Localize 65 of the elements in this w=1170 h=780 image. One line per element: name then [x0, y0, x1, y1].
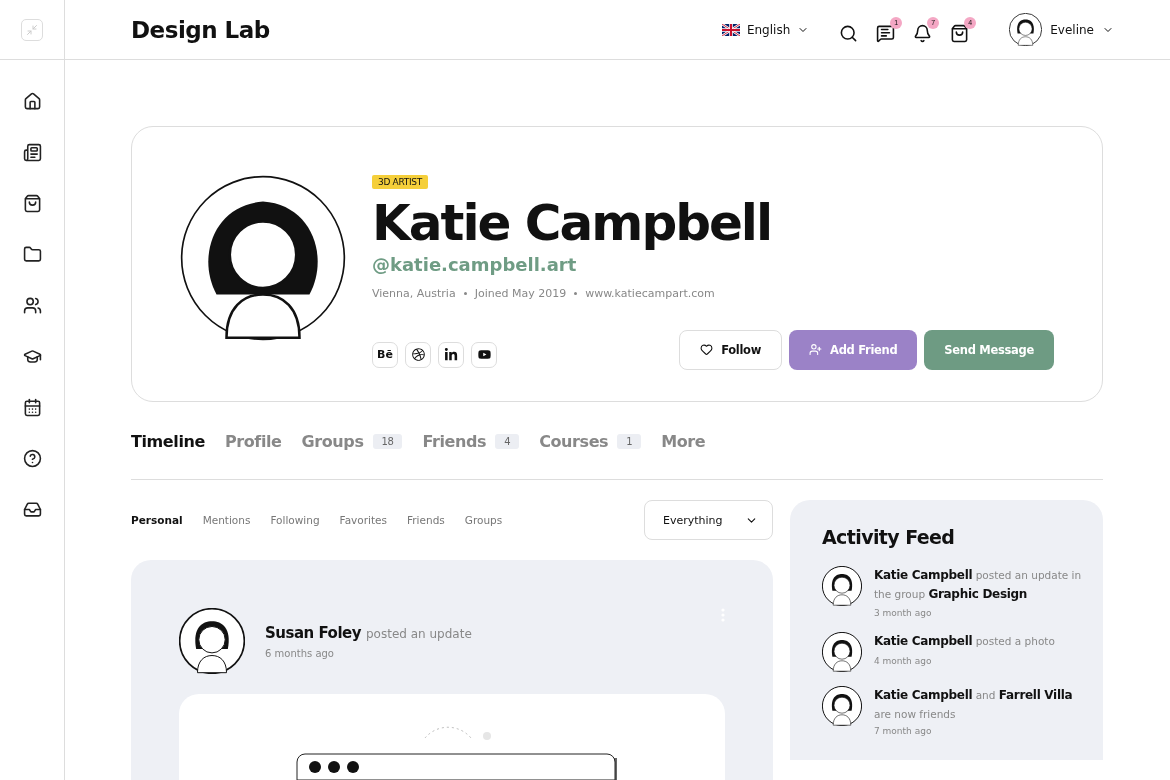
folder-icon[interactable]	[22, 245, 42, 264]
activity-time: 3 month ago	[874, 608, 933, 619]
filter-dropdown[interactable]: Everything	[644, 500, 773, 540]
follow-button[interactable]: Follow	[679, 329, 783, 370]
add-friend-button[interactable]: Add Friend	[789, 329, 918, 370]
profile-tab[interactable]: Profile	[224, 431, 282, 451]
profile-tab[interactable]: More	[661, 431, 706, 451]
help-icon[interactable]	[22, 449, 42, 468]
post-time: 6 months ago	[265, 647, 335, 659]
home-icon[interactable]	[22, 92, 42, 111]
activity-text: Katie Campbell posted a photo	[874, 633, 1055, 651]
separator-dot	[463, 291, 467, 295]
author-name: Susan Foley	[265, 623, 361, 642]
filter-tab[interactable]: Favorites	[339, 514, 387, 526]
user-plus-icon	[809, 343, 823, 356]
graduation-cap-icon[interactable]	[22, 347, 42, 366]
author-avatar	[179, 608, 245, 674]
linkedin-icon	[444, 347, 458, 362]
behance-link[interactable]: Bē	[372, 341, 398, 368]
activity-time: 4 month ago	[874, 655, 933, 666]
users-icon[interactable]	[22, 296, 42, 315]
profile-tab[interactable]: Friends 4	[422, 431, 520, 451]
filter-tab[interactable]: Personal	[131, 514, 183, 526]
send-message-button[interactable]: Send Message	[924, 329, 1054, 370]
separator-dot	[574, 291, 578, 295]
newspaper-icon[interactable]	[22, 143, 42, 162]
profile-meta: www.katiecampart.com	[585, 286, 715, 300]
role-tag: 3D ARTIST	[372, 175, 428, 189]
profile-name: Katie Campbell	[372, 197, 773, 250]
profile-meta: Vienna, Austria	[372, 286, 456, 300]
count-badge: 1	[617, 433, 642, 449]
language-selector[interactable]: English	[721, 22, 810, 37]
activity-avatar	[822, 566, 862, 606]
activity-text: Katie Campbell and Farrell Villa are now friends	[874, 687, 1074, 722]
flag-icon	[721, 23, 740, 36]
post-action: posted an update	[366, 626, 472, 641]
count-badge: 4	[495, 433, 520, 449]
calendar-icon[interactable]	[22, 398, 42, 417]
activity-text: Katie Campbell posted an update in the group Graphic Design	[874, 567, 1083, 604]
filter-tab[interactable]: Friends	[407, 514, 445, 526]
minimize-icon	[26, 23, 38, 36]
profile-tab[interactable]: Timeline	[131, 431, 205, 451]
dribbble-icon	[411, 348, 425, 361]
filter-tab[interactable]: Following	[270, 514, 320, 526]
profile-handle: @katie.campbell.art	[372, 253, 578, 275]
feed-title: Activity Feed	[822, 526, 956, 548]
count-badge: 18	[372, 433, 403, 449]
filter-tab[interactable]: Mentions	[202, 514, 251, 526]
shopping-bag-icon[interactable]	[22, 194, 42, 213]
activity-time: 7 month ago	[874, 726, 933, 737]
user-menu[interactable]: Eveline	[1009, 13, 1114, 46]
heart-icon	[700, 343, 714, 356]
profile-tab[interactable]: Courses 1	[539, 431, 642, 451]
user-avatar	[1009, 13, 1043, 46]
profile-meta: Joined May 2019	[474, 286, 567, 300]
youtube-icon	[477, 348, 491, 361]
dribbble-link[interactable]	[405, 341, 431, 368]
youtube-link[interactable]	[471, 341, 497, 368]
profile-tab[interactable]: Groups 18	[301, 431, 403, 451]
activity-avatar	[822, 686, 862, 727]
linkedin-link[interactable]	[438, 341, 464, 368]
activity-avatar	[822, 632, 862, 673]
inbox-icon[interactable]	[22, 500, 42, 519]
brand-logo: Design Lab	[131, 16, 271, 43]
filter-tab[interactable]: Groups	[464, 514, 503, 526]
